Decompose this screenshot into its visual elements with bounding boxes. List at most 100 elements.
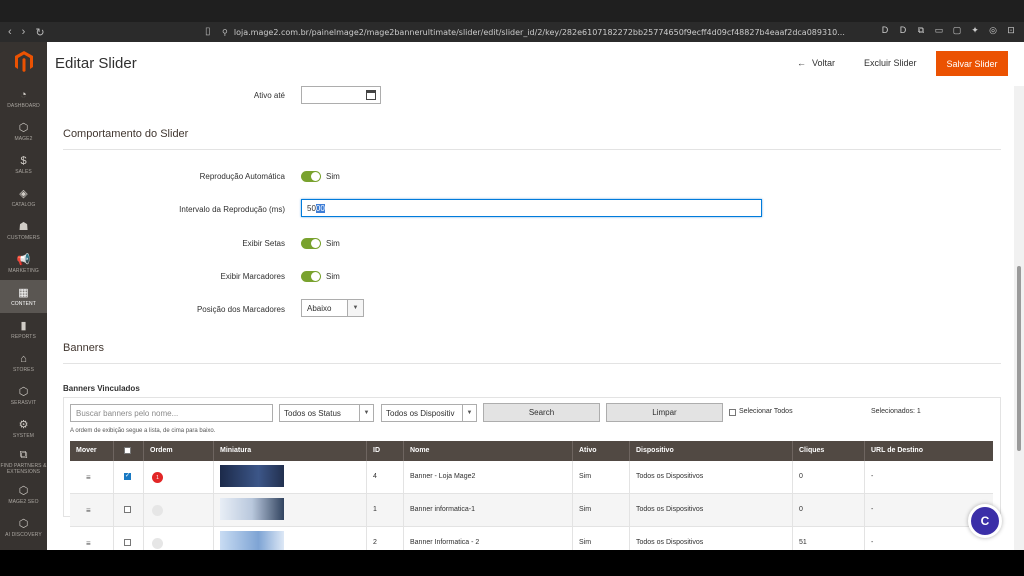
site-info-icon[interactable]: ⚲: [222, 28, 228, 37]
extension-icon[interactable]: ✦: [970, 25, 980, 36]
sidebar-item-label: SERASVIT: [10, 399, 37, 406]
reload-icon[interactable]: ↻: [35, 26, 44, 39]
clear-button[interactable]: Limpar: [606, 403, 723, 422]
banner-search-input[interactable]: Buscar banners pelo nome...: [70, 404, 273, 422]
active-until-field[interactable]: [301, 86, 381, 104]
megaphone-icon: 📢: [16, 253, 31, 266]
scrollbar-thumb[interactable]: [1017, 266, 1021, 451]
search-button[interactable]: Search: [483, 403, 600, 422]
cell-active: Sim: [573, 461, 630, 493]
sidebar-item-label: REPORTS: [11, 333, 36, 340]
save-slider-button[interactable]: Salvar Slider: [936, 51, 1008, 76]
row-checkbox[interactable]: [124, 472, 131, 480]
header-checkbox[interactable]: [124, 447, 131, 454]
extension-icon[interactable]: ⊡: [1006, 25, 1016, 36]
sidebar-item-catalog[interactable]: ◈ CATALOG: [0, 181, 47, 214]
browser-toolbar: ‹ › ↻ ▯ ⚲ loja.mage2.com.br/painelmage2/…: [0, 22, 1024, 42]
cell-clicks: 51: [793, 527, 865, 550]
sidebar-item-customers[interactable]: ☗ CUSTOMERS: [0, 214, 47, 247]
video-bottom-bar: [0, 550, 1024, 576]
order-badge: 1: [152, 472, 163, 483]
back-icon[interactable]: ‹: [8, 26, 12, 39]
row-checkbox[interactable]: [124, 539, 131, 546]
table-row[interactable]: ≡ 1 Banner informatica-1 Sim Todos os Dispos…: [70, 494, 993, 527]
sidebar-item-marketing[interactable]: 📢 MARKETING: [0, 247, 47, 280]
device-filter-select[interactable]: Todos os Dispositiv ▼: [381, 404, 477, 422]
column-header-clicks[interactable]: Cliques: [793, 441, 865, 461]
extension-icon[interactable]: ▭: [934, 25, 944, 36]
autoplay-toggle[interactable]: [301, 171, 321, 182]
interval-input[interactable]: 5000: [301, 199, 762, 217]
sidebar-item-reports[interactable]: ▮ REPORTS: [0, 313, 47, 346]
cell-name: Banner informatica-1: [404, 494, 573, 526]
row-checkbox[interactable]: [124, 506, 131, 513]
column-header-id[interactable]: ID: [367, 441, 404, 461]
column-header-name[interactable]: Nome: [404, 441, 573, 461]
table-row[interactable]: ≡ 2 Banner Informatica - 2 Sim Todos os Disp…: [70, 527, 993, 550]
cell-device: Todos os Dispositivos: [630, 494, 793, 526]
cell-url: -: [871, 473, 874, 480]
person-icon: ☗: [18, 220, 29, 233]
drag-handle-icon[interactable]: ≡: [86, 473, 91, 482]
status-filter-select[interactable]: Todos os Status ▼: [279, 404, 374, 422]
select-all-checkbox[interactable]: [729, 409, 736, 416]
sidebar-item-label: AI DISCOVERY: [5, 531, 42, 538]
extension-icon[interactable]: D: [880, 25, 890, 36]
content-icon: ▦: [18, 286, 29, 299]
sidebar-item-label: STORES: [12, 366, 35, 373]
column-header-active[interactable]: Ativo: [573, 441, 630, 461]
cell-device: Todos os Dispositivos: [630, 527, 793, 550]
sidebar-item-mage2-seo[interactable]: ⬡ MAGE2 SEO: [0, 478, 47, 511]
extension-icon[interactable]: ⧉: [916, 25, 926, 36]
sidebar-item-dashboard[interactable]: ◔ DASHBOARD: [0, 82, 47, 115]
delete-slider-button[interactable]: Excluir Slider: [864, 58, 917, 68]
extension-icon[interactable]: ▢: [952, 25, 962, 36]
drag-handle-icon[interactable]: ≡: [86, 506, 91, 515]
column-header-move: Mover: [70, 441, 114, 461]
sidebar-item-find-partners-extensions[interactable]: ⧉ FIND PARTNERS & EXTENSIONS: [0, 445, 47, 478]
browser-tabstrip: [0, 0, 1024, 22]
url-text: loja.mage2.com.br/painelmage2/mage2banne…: [233, 28, 845, 37]
sidebar-item-content[interactable]: ▦ CONTENT: [0, 280, 47, 313]
select-cell: [114, 494, 144, 526]
cell-clicks: 0: [793, 494, 865, 526]
bookmark-icon[interactable]: ▯: [205, 26, 211, 37]
address-bar[interactable]: ⚲ loja.mage2.com.br/painelmage2/mage2ban…: [222, 25, 845, 40]
banner-thumbnail: [220, 498, 284, 520]
markers-toggle[interactable]: [301, 271, 321, 282]
order-badge: [152, 538, 163, 549]
sidebar-item-mage2[interactable]: ⬡ MAGE2: [0, 115, 47, 148]
chat-assistant-button[interactable]: C: [968, 504, 1002, 538]
sidebar-item-ai-discovery[interactable]: ⬡ AI DISCOVERY: [0, 511, 47, 544]
column-header-url[interactable]: URL de Destino: [865, 441, 993, 461]
sidebar-item-label: SALES: [15, 168, 32, 175]
sidebar-item-label: MAGE2: [14, 135, 33, 142]
table-row[interactable]: ≡ 1 4Banner - Loja Mage2SimTodos os Dispos…: [70, 461, 993, 494]
arrow-left-icon: ←: [797, 58, 806, 68]
sidebar-item-serasvit[interactable]: ⬡ SERASVIT: [0, 379, 47, 412]
extension-icon[interactable]: ◎: [988, 25, 998, 36]
markers-position-select[interactable]: Abaixo ▼: [301, 299, 364, 317]
back-button[interactable]: ← Voltar: [797, 58, 835, 68]
page-scrollbar[interactable]: [1014, 86, 1024, 550]
arrows-toggle[interactable]: [301, 238, 321, 249]
extensions-bar: D D ⧉ ▭ ▢ ✦ ◎ ⊡: [880, 25, 1016, 36]
section-title-banners: Banners: [63, 342, 104, 354]
sidebar-item-stores[interactable]: ⌂ STORES: [0, 346, 47, 379]
forward-icon[interactable]: ›: [22, 26, 26, 39]
magento-logo-icon[interactable]: [0, 42, 47, 82]
sidebar-item-system[interactable]: ⚙ SYSTEM: [0, 412, 47, 445]
sidebar-item-sales[interactable]: $ SALES: [0, 148, 47, 181]
calendar-icon[interactable]: [366, 90, 376, 100]
page-header: Editar Slider ← Voltar Excluir Slider Sal…: [47, 42, 1024, 86]
extension-icon[interactable]: D: [898, 25, 908, 36]
interval-label: Intervalo da Reprodução (ms): [179, 205, 285, 214]
drag-handle-icon[interactable]: ≡: [86, 539, 91, 548]
thumbnail-cell: [214, 494, 367, 526]
select-cell: [114, 461, 144, 493]
column-header-thumbnail[interactable]: Miniatura: [214, 441, 367, 461]
column-header-device[interactable]: Dispositivo: [630, 441, 793, 461]
cell-id: 2: [367, 527, 404, 550]
column-header-order[interactable]: Ordem: [144, 441, 214, 461]
order-cell: [144, 527, 214, 550]
